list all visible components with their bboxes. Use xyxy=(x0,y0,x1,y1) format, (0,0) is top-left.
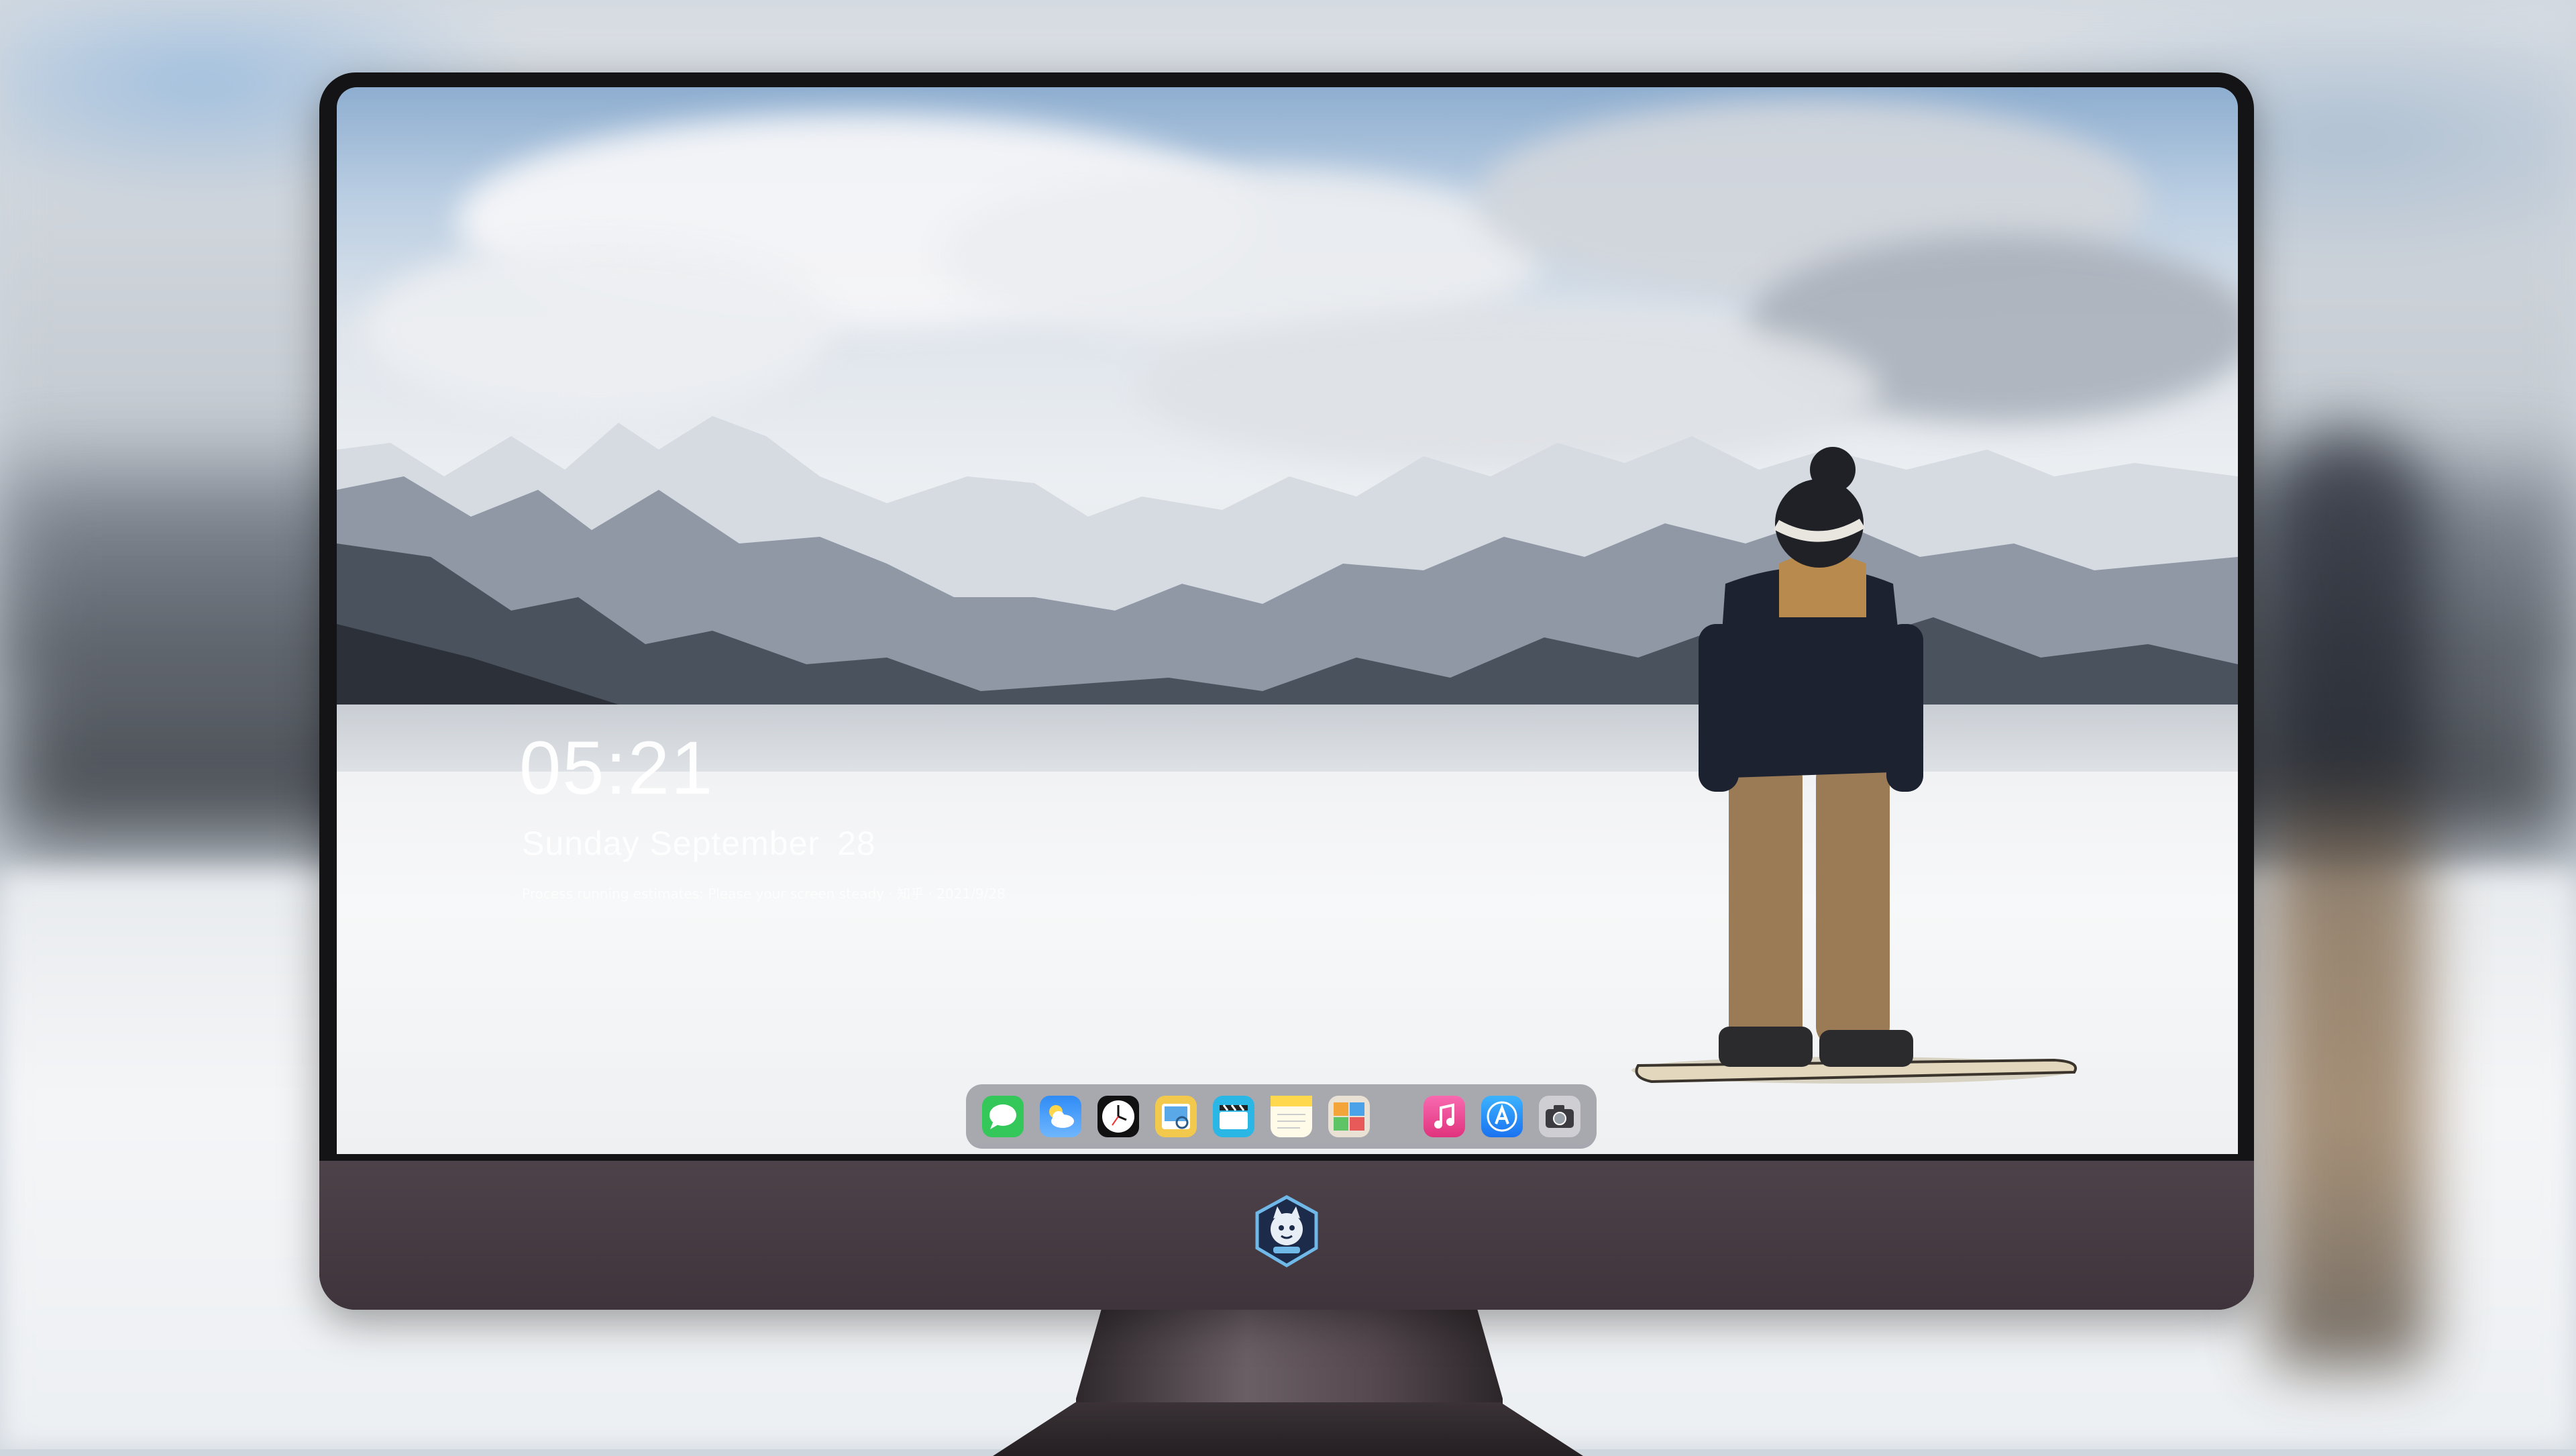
snowboarder-figure xyxy=(1631,447,2077,1084)
lock-screen-status-line: Process running estimates: Please your s… xyxy=(522,886,1006,902)
notes-icon[interactable] xyxy=(1271,1096,1312,1137)
backdrop-snowboarder xyxy=(2267,429,2428,1369)
app-store-icon[interactable] xyxy=(1481,1096,1523,1137)
camera-icon[interactable] xyxy=(1539,1096,1580,1137)
monitor-chin xyxy=(319,1161,2254,1310)
lock-screen-date: Sunday September 28 xyxy=(522,824,876,863)
lock-screen-clock: 05:21 xyxy=(519,726,714,810)
dock xyxy=(966,1084,1597,1149)
lock-screen-weekday-month: Sunday September xyxy=(522,825,820,862)
monitor-stand-base xyxy=(993,1402,1583,1456)
screen-wallpaper: 05:21 Sunday September 28 Process running… xyxy=(337,87,2238,1154)
preview-icon[interactable] xyxy=(1155,1096,1197,1137)
music-icon[interactable] xyxy=(1424,1096,1465,1137)
clips-icon[interactable] xyxy=(1213,1096,1254,1137)
weather-icon[interactable] xyxy=(1040,1096,1081,1137)
brand-logo-icon xyxy=(1255,1195,1318,1267)
photo-icon[interactable] xyxy=(1328,1096,1370,1137)
messages-icon[interactable] xyxy=(982,1096,1024,1137)
lock-screen-day: 28 xyxy=(837,825,876,862)
clock-icon[interactable] xyxy=(1097,1096,1139,1137)
